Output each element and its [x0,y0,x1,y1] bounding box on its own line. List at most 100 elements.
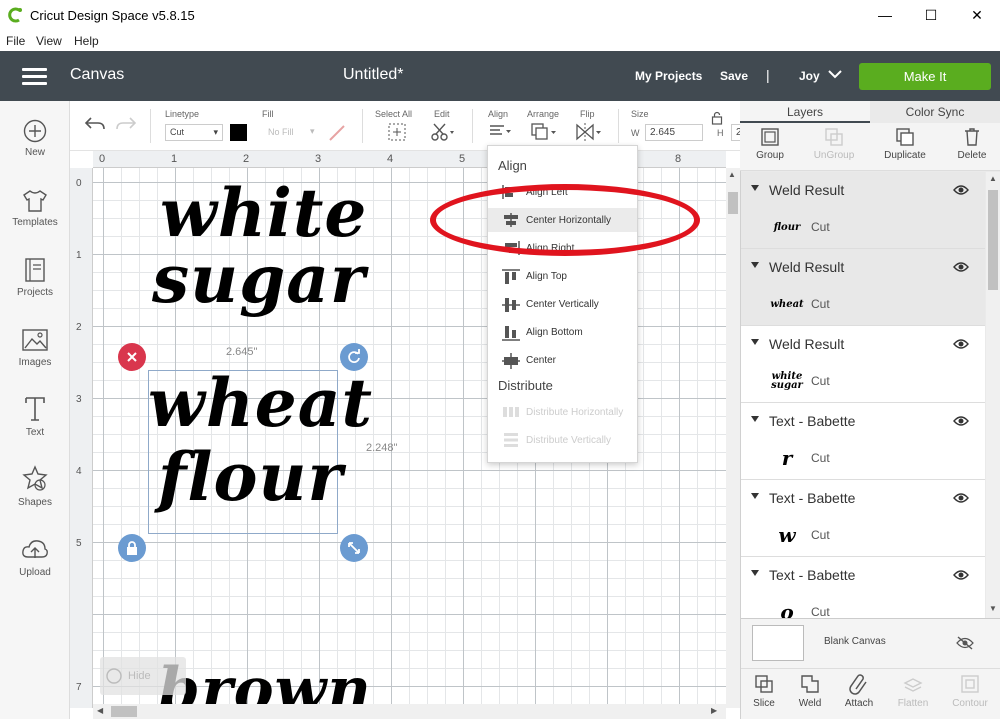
my-projects-link[interactable]: My Projects [635,69,702,83]
sidebar-item-text[interactable]: Text [0,395,70,438]
save-button[interactable]: Save [720,69,748,83]
sidebar-label: Text [25,427,45,438]
distribute-horizontally-option[interactable]: Distribute Horizontally [488,400,637,424]
eye-icon[interactable] [953,492,969,504]
redo-icon[interactable] [115,115,137,133]
tab-color-sync[interactable]: Color Sync [870,101,1000,123]
menu-file[interactable]: File [6,34,25,48]
tool-label: Weld [798,698,822,709]
minimize-button[interactable]: — [862,0,908,30]
scroll-left-arrow-icon[interactable]: ◀ [97,706,103,715]
delete-handle[interactable] [118,343,146,371]
blank-canvas-swatch[interactable] [752,625,804,661]
resize-handle[interactable] [340,534,368,562]
ungroup-button[interactable]: UnGroup [810,127,858,161]
width-label: W [631,128,640,138]
layer-item[interactable]: Text - Babette w Cut [741,480,985,557]
eye-icon[interactable] [953,569,969,581]
scroll-up-arrow-icon[interactable]: ▲ [728,170,736,179]
layer-item[interactable]: Text - Babette o Cut [741,557,985,618]
collapse-caret-icon[interactable] [751,493,759,499]
sidebar-item-projects[interactable]: Projects [0,257,70,298]
scroll-right-arrow-icon[interactable]: ▶ [711,706,717,715]
layers-scroll-thumb[interactable] [988,190,998,290]
collapse-caret-icon[interactable] [751,262,759,268]
arrange-icon[interactable] [530,122,558,142]
width-input[interactable]: 2.645 [645,124,703,141]
toolbar-divider [618,109,619,143]
contour-button[interactable]: Contour [948,673,992,709]
sidebar-item-images[interactable]: Images [0,327,70,368]
hamburger-menu-icon[interactable] [22,68,47,85]
layer-item[interactable]: Weld Result wheat Cut [741,249,985,326]
distribute-vertically-option[interactable]: Distribute Vertically [488,428,637,452]
horizontal-scroll-thumb[interactable] [111,706,137,717]
toolbar-divider [472,109,473,143]
sidebar-item-templates[interactable]: Templates [0,189,70,228]
close-button[interactable]: ✕ [954,0,1000,30]
vertical-scrollbar[interactable]: ▲ [726,168,740,708]
align-option-label: Center Vertically [526,299,599,310]
arrange-label: Arrange [527,109,560,119]
fill-select[interactable]: No Fill [268,127,294,137]
vertical-scroll-thumb[interactable] [728,192,738,214]
horizontal-scrollbar[interactable]: ◀ ▶ [93,704,726,719]
undo-icon[interactable] [84,115,106,133]
align-bottom-option[interactable]: Align Bottom [488,320,637,344]
layer-item[interactable]: Weld Result white sugar Cut [741,326,985,403]
scroll-up-arrow-icon[interactable]: ▲ [989,174,997,183]
slice-button[interactable]: Slice [742,673,786,709]
attach-button[interactable]: Attach [837,673,881,709]
tab-layers[interactable]: Layers [740,101,870,123]
group-button[interactable]: Group [752,127,788,161]
make-it-button[interactable]: Make It [859,63,991,90]
align-option-label: Align Top [526,271,567,282]
center-vertically-option[interactable]: Center Vertically [488,292,637,316]
select-all-icon[interactable] [388,123,406,141]
fill-pattern-icon[interactable] [328,124,346,142]
lock-handle[interactable] [118,534,146,562]
sidebar-item-shapes[interactable]: Shapes [0,465,70,508]
sidebar-item-new[interactable]: New [0,119,70,158]
design-white-sugar[interactable]: white sugar [152,180,367,312]
edit-scissors-icon[interactable] [430,122,456,142]
flip-icon[interactable] [575,122,603,142]
cricut-logo-icon [8,7,22,23]
eye-icon[interactable] [953,338,969,350]
layers-scrollbar[interactable]: ▲ ▼ [986,172,1000,618]
duplicate-button[interactable]: Duplicate [880,127,930,161]
hide-toggle[interactable]: Hide [100,657,186,695]
collapse-caret-icon[interactable] [751,339,759,345]
design-wheat-flour[interactable]: wheat flour [148,366,373,514]
duplicate-icon [896,128,914,146]
eye-hidden-icon[interactable] [956,636,974,650]
linetype-color-swatch[interactable] [230,124,247,141]
flatten-button[interactable]: Flatten [891,673,935,709]
delete-button[interactable]: Delete [952,127,992,161]
slice-icon [755,675,773,693]
user-menu[interactable]: Joy [799,69,820,83]
eye-icon[interactable] [953,261,969,273]
sidebar-label: Upload [19,567,51,578]
layer-item[interactable]: Weld Result flour Cut [741,172,985,249]
maximize-button[interactable]: ☐ [908,0,954,30]
align-icon[interactable] [488,124,514,140]
menu-help[interactable]: Help [74,34,99,48]
collapse-caret-icon[interactable] [751,416,759,422]
linetype-select[interactable]: Cut ▾ [165,124,223,141]
eye-icon[interactable] [953,415,969,427]
weld-button[interactable]: Weld [788,673,832,709]
collapse-caret-icon[interactable] [751,570,759,576]
sidebar-item-upload[interactable]: Upload [0,537,70,578]
menu-view[interactable]: View [36,34,62,48]
collapse-caret-icon[interactable] [751,185,759,191]
rotate-handle[interactable] [340,343,368,371]
layer-thumbnail: flour [773,221,801,233]
scroll-down-arrow-icon[interactable]: ▼ [989,604,997,613]
chevron-down-icon[interactable] [828,69,842,79]
center-option[interactable]: Center [488,348,637,372]
align-top-option[interactable]: Align Top [488,264,637,288]
eye-icon[interactable] [953,184,969,196]
layer-item[interactable]: Text - Babette r Cut [741,403,985,480]
lock-icon[interactable] [711,111,723,125]
